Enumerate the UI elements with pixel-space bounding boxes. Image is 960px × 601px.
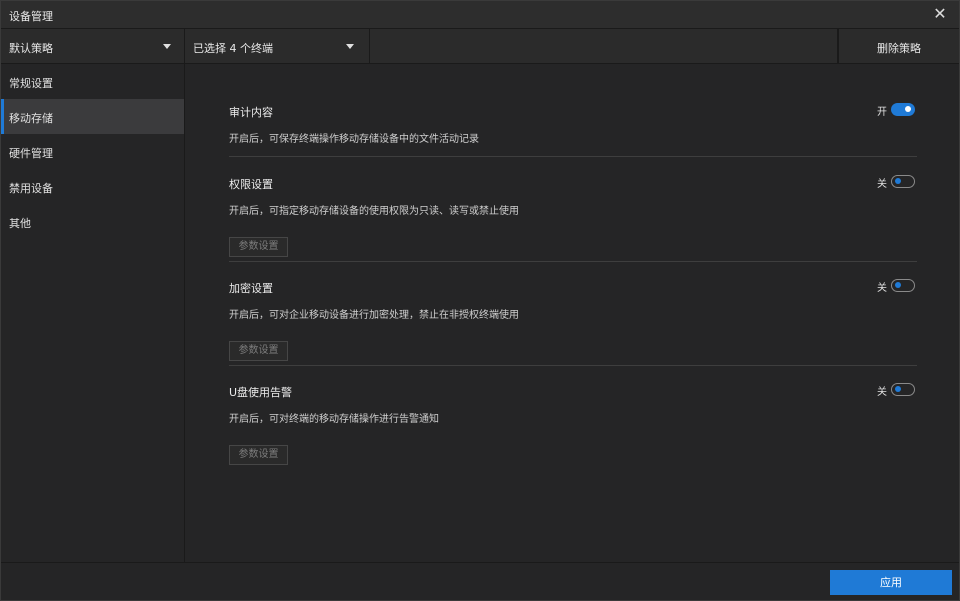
footer: 应用 — [1, 562, 959, 600]
section-title: 加密设置 — [229, 282, 273, 295]
settings-panel: 审计内容 开启后，可保存终端操作移动存储设备中的文件活动记录 开 权限设置 开启… — [186, 64, 959, 562]
permission-section: 权限设置 开启后，可指定移动存储设备的使用权限为只读、读写或禁止使用 参数设置 … — [229, 175, 917, 260]
divider — [229, 261, 917, 262]
encryption-toggle[interactable] — [891, 279, 915, 292]
toggle-knob — [905, 106, 911, 112]
toggle-knob — [895, 282, 901, 288]
sidebar-item-label: 其他 — [9, 217, 31, 230]
section-title: 权限设置 — [229, 178, 273, 191]
section-description: 开启后，可保存终端操作移动存储设备中的文件活动记录 — [229, 134, 479, 145]
delete-policy-label: 删除策略 — [877, 42, 921, 55]
section-description: 开启后，可对企业移动设备进行加密处理，禁止在非授权终端使用 — [229, 310, 519, 321]
divider — [229, 365, 917, 366]
toggle-state-label: 关 — [877, 179, 887, 190]
sidebar-item-label: 移动存储 — [9, 112, 53, 125]
chevron-down-icon — [346, 44, 354, 49]
section-title: 审计内容 — [229, 106, 273, 119]
usb-alert-toggle[interactable] — [891, 383, 915, 396]
sidebar-item-label: 常规设置 — [9, 77, 53, 90]
sidebar-item-label: 禁用设备 — [9, 182, 53, 195]
active-indicator — [1, 99, 4, 134]
policy-dropdown-value: 默认策略 — [9, 42, 53, 55]
permission-toggle[interactable] — [891, 175, 915, 188]
sidebar-item-other[interactable]: 其他 — [1, 204, 184, 239]
device-management-window: 设备管理 ✕ 默认策略 已选择 4 个终端 删除策略 常规设置 移动存储 硬件管… — [0, 0, 960, 601]
sidebar-item-removable-storage[interactable]: 移动存储 — [1, 99, 184, 134]
divider — [229, 156, 917, 157]
usb-alert-section: U盘使用告警 开启后，可对终端的移动存储操作进行告警通知 参数设置 关 — [229, 383, 917, 468]
permission-params-button[interactable]: 参数设置 — [229, 237, 288, 257]
encryption-section: 加密设置 开启后，可对企业移动设备进行加密处理，禁止在非授权终端使用 参数设置 … — [229, 279, 917, 364]
sidebar-item-label: 硬件管理 — [9, 147, 53, 160]
chevron-down-icon — [163, 44, 171, 49]
window-title: 设备管理 — [9, 10, 53, 23]
encryption-params-button[interactable]: 参数设置 — [229, 341, 288, 361]
audit-section: 审计内容 开启后，可保存终端操作移动存储设备中的文件活动记录 开 — [229, 103, 917, 145]
toggle-state-label: 开 — [877, 107, 887, 118]
apply-button[interactable]: 应用 — [830, 570, 952, 595]
audit-toggle[interactable] — [891, 103, 915, 116]
close-icon[interactable]: ✕ — [931, 5, 949, 23]
sidebar-item-hardware[interactable]: 硬件管理 — [1, 134, 184, 169]
toolbar: 默认策略 已选择 4 个终端 删除策略 — [1, 29, 959, 64]
section-description: 开启后，可指定移动存储设备的使用权限为只读、读写或禁止使用 — [229, 206, 519, 217]
toggle-state-label: 关 — [877, 387, 887, 398]
section-description: 开启后，可对终端的移动存储操作进行告警通知 — [229, 414, 439, 425]
delete-policy-button[interactable]: 删除策略 — [838, 29, 959, 64]
terminal-dropdown-value: 已选择 4 个终端 — [193, 42, 273, 55]
terminal-dropdown[interactable]: 已选择 4 个终端 — [185, 29, 370, 64]
policy-dropdown[interactable]: 默认策略 — [1, 29, 185, 64]
section-title: U盘使用告警 — [229, 386, 293, 399]
usb-alert-params-button[interactable]: 参数设置 — [229, 445, 288, 465]
sidebar-item-general[interactable]: 常规设置 — [1, 64, 184, 99]
toggle-knob — [895, 178, 901, 184]
sidebar-item-disabled-devices[interactable]: 禁用设备 — [1, 169, 184, 204]
sidebar: 常规设置 移动存储 硬件管理 禁用设备 其他 — [1, 64, 185, 562]
toggle-state-label: 关 — [877, 283, 887, 294]
toggle-knob — [895, 386, 901, 392]
toolbar-spacer — [370, 29, 838, 64]
title-bar: 设备管理 ✕ — [1, 1, 959, 29]
